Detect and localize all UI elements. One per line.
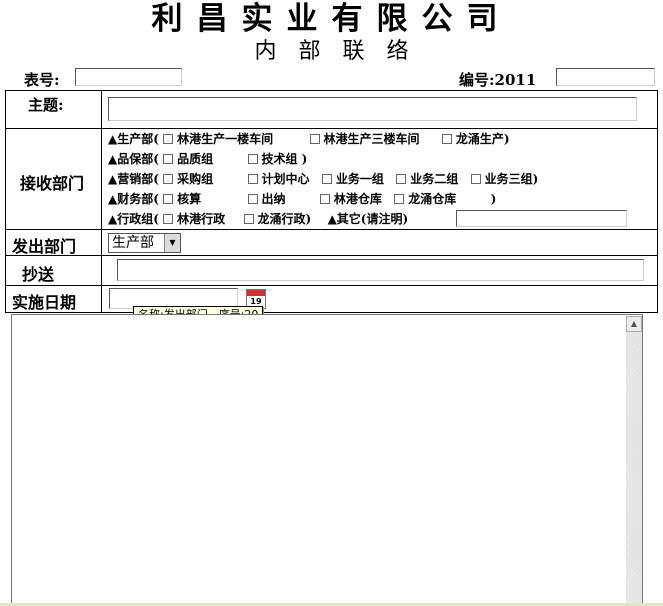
dept-option[interactable]: 业务三组) <box>470 172 538 186</box>
dept-option[interactable]: 龙涌生产) <box>441 132 510 146</box>
dept-option[interactable]: 出纳 <box>247 192 286 206</box>
send-dept-select[interactable]: 生产部 ▼ <box>108 233 181 253</box>
cc-label: 抄送 <box>22 265 55 284</box>
form-no-input[interactable] <box>75 68 182 86</box>
checkbox[interactable] <box>247 174 258 184</box>
scroll-up-icon[interactable]: ▲ <box>626 316 642 332</box>
dept-option[interactable]: 龙涌仓库 <box>394 192 456 206</box>
checkbox[interactable] <box>309 134 320 144</box>
other-dept-input[interactable] <box>456 210 627 227</box>
dept-option[interactable]: 林港生产三楼车间 <box>309 132 420 146</box>
dept-head-finance: ▲财务部( <box>108 192 159 206</box>
dept-option[interactable]: 核算 <box>163 192 201 206</box>
dept-option[interactable]: 计划中心 <box>247 172 310 186</box>
form-no-label: 表号: <box>24 71 60 89</box>
send-dept-label: 发出部门 <box>12 237 77 256</box>
checkbox[interactable] <box>243 214 254 224</box>
form-subtitle: 内 部 联 络 <box>254 39 409 64</box>
dept-head-production: ▲生产部( <box>108 132 159 146</box>
checkbox[interactable] <box>319 194 330 204</box>
subject-input[interactable] <box>108 97 637 121</box>
checkbox[interactable] <box>163 174 174 184</box>
subject-label: 主题: <box>28 96 64 114</box>
dept-option[interactable]: 林港生产一楼车间 <box>163 132 273 146</box>
send-dept-selected: 生产部 <box>112 235 154 251</box>
dept-other-label: ▲其它(请注明) <box>327 212 409 226</box>
dept-head-qa: ▲品保部( <box>108 152 159 166</box>
vertical-scrollbar[interactable] <box>626 316 642 606</box>
checkbox[interactable] <box>396 174 407 184</box>
dept-tail: ) <box>490 192 497 206</box>
dept-line-production: ▲生产部( 林港生产一楼车间 林港生产三楼车间 龙涌生产) <box>108 131 510 147</box>
dept-line-admin: ▲行政组( 林港行政 龙涌行政) ▲其它(请注明) <box>108 211 408 227</box>
checkbox[interactable] <box>441 134 452 144</box>
date-label: 实施日期 <box>12 293 77 312</box>
receive-dept-label: 接收部门 <box>20 174 85 193</box>
dept-head-sales: ▲营销部( <box>108 172 159 186</box>
dept-option[interactable]: 采购组 <box>163 172 213 186</box>
dept-option[interactable]: 龙涌行政) <box>243 212 311 226</box>
dept-line-qa: ▲品保部( 品质组 技术组 ) <box>108 151 307 167</box>
content-textarea[interactable] <box>11 314 643 606</box>
checkbox[interactable] <box>247 154 258 164</box>
serial-no-input[interactable] <box>556 68 655 86</box>
checkbox[interactable] <box>394 194 405 204</box>
dept-line-finance: ▲财务部( 核算 出纳 林港仓库 龙涌仓库 ) <box>108 191 496 207</box>
dept-line-sales: ▲营销部( 采购组 计划中心 业务一组 业务二组 业务三组) <box>108 171 538 187</box>
dept-head-admin: ▲行政组( <box>108 212 159 226</box>
dept-option[interactable]: 林港行政 <box>163 212 225 226</box>
checkbox[interactable] <box>247 194 258 204</box>
dept-option[interactable]: 业务二组 <box>396 172 458 186</box>
serial-no-label: 编号:2011 <box>459 71 537 89</box>
dept-option[interactable]: 林港仓库 <box>319 192 382 206</box>
checkbox[interactable] <box>470 174 481 184</box>
company-name: 利昌实业有限公司 <box>151 1 512 37</box>
chevron-down-icon[interactable]: ▼ <box>164 234 180 252</box>
dept-option[interactable]: 技术组 ) <box>247 152 307 166</box>
checkbox[interactable] <box>163 154 174 164</box>
dept-option[interactable]: 业务一组 <box>321 172 384 186</box>
checkbox[interactable] <box>163 194 174 204</box>
checkbox[interactable] <box>163 214 174 224</box>
dept-option[interactable]: 品质组 <box>163 152 213 166</box>
cc-input[interactable] <box>117 259 644 281</box>
checkbox[interactable] <box>163 134 174 144</box>
checkbox[interactable] <box>321 174 332 184</box>
